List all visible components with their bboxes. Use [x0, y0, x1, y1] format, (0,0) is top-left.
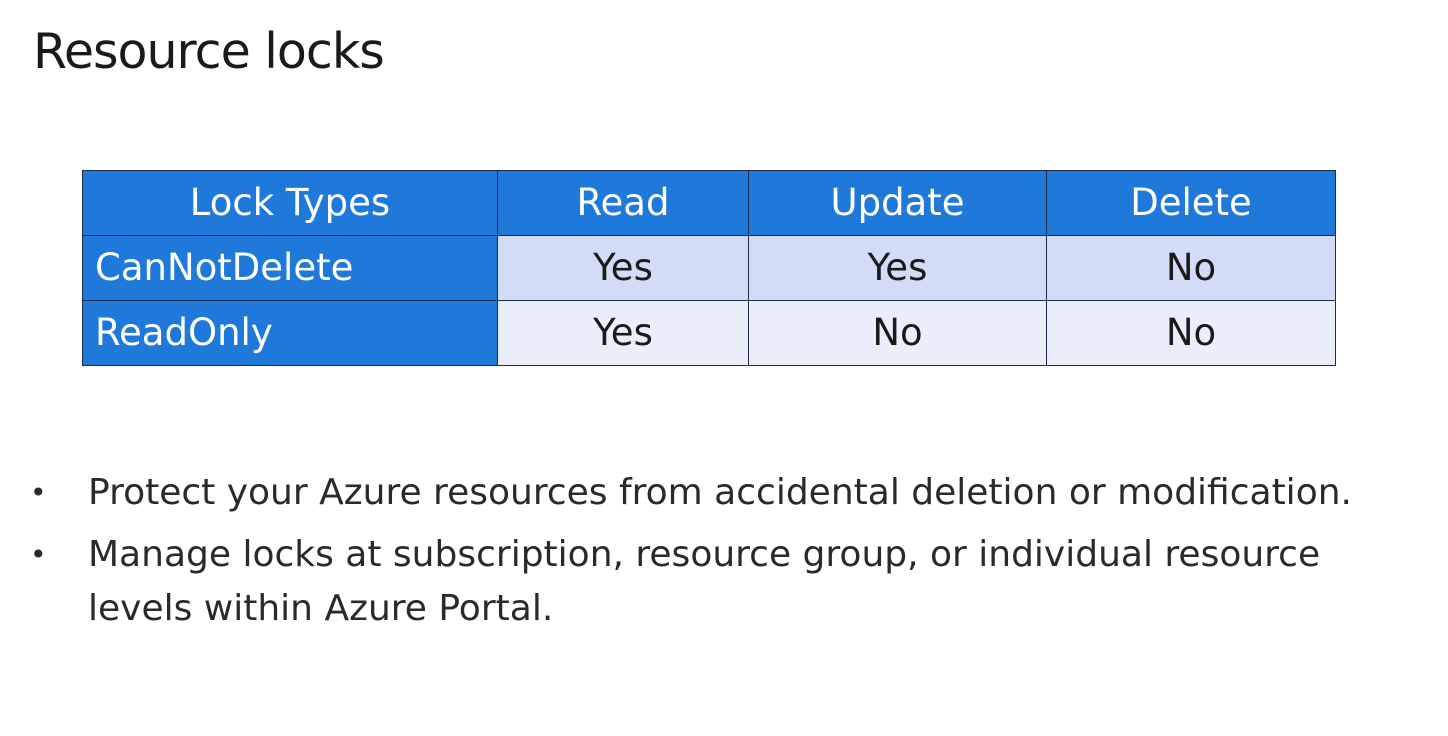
- bullet-dot-icon: •: [30, 538, 47, 571]
- slide-title: Resource locks: [33, 23, 385, 80]
- cell-cannotdelete-delete: No: [1046, 235, 1336, 301]
- header-read: Read: [497, 170, 749, 236]
- cell-cannotdelete-read: Yes: [497, 235, 749, 301]
- lock-types-table: Lock Types Read Update Delete CanNotDele…: [82, 170, 1336, 366]
- cell-cannotdelete-update: Yes: [748, 235, 1047, 301]
- header-delete: Delete: [1046, 170, 1336, 236]
- header-update: Update: [748, 170, 1047, 236]
- table-header-row: Lock Types Read Update Delete: [82, 170, 1336, 236]
- header-lock-types: Lock Types: [82, 170, 498, 236]
- table-row: CanNotDelete Yes Yes No: [82, 235, 1336, 301]
- table-row: ReadOnly Yes No No: [82, 300, 1336, 366]
- cell-readonly-read: Yes: [497, 300, 749, 366]
- bullet-list: • Protect your Azure resources from acci…: [30, 466, 1420, 644]
- bullet-item: • Manage locks at subscription, resource…: [30, 528, 1420, 636]
- row-label-readonly: ReadOnly: [82, 300, 498, 366]
- bullet-dot-icon: •: [30, 476, 47, 509]
- bullet-text: Manage locks at subscription, resource g…: [88, 534, 1321, 629]
- cell-readonly-update: No: [748, 300, 1047, 366]
- cell-readonly-delete: No: [1046, 300, 1336, 366]
- bullet-item: • Protect your Azure resources from acci…: [30, 466, 1420, 520]
- bullet-text: Protect your Azure resources from accide…: [88, 472, 1352, 513]
- row-label-cannotdelete: CanNotDelete: [82, 235, 498, 301]
